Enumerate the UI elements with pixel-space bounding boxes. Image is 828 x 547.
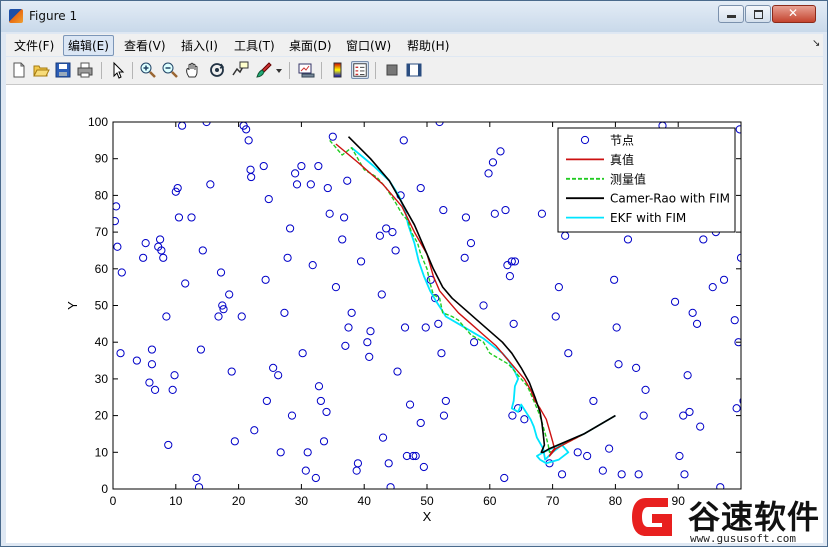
plot-svg[interactable]: 0 10 20 30 40 50 60 70 80 90010203040506070809010… bbox=[6, 85, 823, 543]
menu-edit[interactable]: 编辑(E) bbox=[63, 35, 114, 56]
node-marker bbox=[743, 342, 750, 349]
node-marker bbox=[740, 461, 741, 465]
menu-file[interactable]: 文件(F) bbox=[14, 37, 54, 54]
x-tick-label: 50 bbox=[420, 494, 434, 508]
colorbar-icon[interactable] bbox=[329, 61, 347, 79]
legend-label: 真值 bbox=[610, 152, 634, 167]
y-tick-label: 100 bbox=[88, 115, 108, 129]
y-tick-label: 50 bbox=[95, 299, 109, 313]
y-tick-label: 40 bbox=[95, 335, 109, 349]
watermark-url: www.gususoft.com bbox=[690, 532, 796, 545]
figure-window: Figure 1 文件(F) 编辑(E) 查看(V) 插入(I) 工具(T) 桌… bbox=[0, 0, 828, 547]
title-bar[interactable]: Figure 1 bbox=[1, 1, 827, 32]
open-file-icon[interactable] bbox=[32, 61, 50, 79]
x-tick-label: 30 bbox=[295, 494, 309, 508]
y-tick-label: 90 bbox=[95, 152, 109, 166]
toolbar-separator bbox=[132, 62, 133, 79]
legend-label: EKF with FIM bbox=[610, 211, 686, 225]
legend-label: Camer-Rao with FIM bbox=[610, 192, 730, 206]
menu-view[interactable]: 查看(V) bbox=[124, 37, 166, 54]
hide-plot-tools-icon[interactable] bbox=[383, 61, 401, 79]
menu-window[interactable]: 窗口(W) bbox=[346, 37, 391, 54]
data-cursor-icon[interactable] bbox=[231, 61, 249, 79]
show-plot-tools-icon[interactable] bbox=[405, 61, 423, 79]
y-axis-label: Y bbox=[65, 301, 80, 310]
toolbar-separator bbox=[101, 62, 102, 79]
gusu-logo-icon bbox=[632, 498, 672, 536]
x-axis-label: X bbox=[423, 509, 432, 524]
pan-icon[interactable] bbox=[184, 61, 202, 79]
x-tick-label: 60 bbox=[483, 494, 497, 508]
menu-help[interactable]: 帮助(H) bbox=[407, 37, 449, 54]
rotate-3d-icon[interactable] bbox=[208, 61, 226, 79]
legend-label: 节点 bbox=[610, 134, 634, 148]
close-button[interactable] bbox=[772, 5, 816, 23]
menu-insert[interactable]: 插入(I) bbox=[181, 37, 218, 54]
toolbar-separator bbox=[375, 62, 376, 79]
zoom-in-icon[interactable] bbox=[139, 61, 157, 79]
legend-label: 测量值 bbox=[610, 171, 646, 186]
y-tick-label: 30 bbox=[95, 372, 109, 386]
link-plot-icon[interactable] bbox=[297, 61, 315, 79]
menu-bar: 文件(F) 编辑(E) 查看(V) 插入(I) 工具(T) 桌面(D) 窗口(W… bbox=[6, 34, 823, 56]
toolbar-separator bbox=[321, 62, 322, 79]
x-tick-label: 70 bbox=[546, 494, 560, 508]
figure-toolbar bbox=[6, 57, 823, 85]
y-tick-label: 70 bbox=[95, 225, 109, 239]
minimize-button[interactable] bbox=[718, 5, 744, 23]
brush-dropdown-icon[interactable] bbox=[274, 61, 284, 79]
y-tick-label: 20 bbox=[95, 409, 109, 423]
figure-canvas[interactable]: 0 10 20 30 40 50 60 70 80 90 0 10 20 30 40 50 60 70 80 90 10… bbox=[6, 85, 823, 543]
print-icon[interactable] bbox=[76, 61, 94, 79]
y-tick-label: 80 bbox=[95, 188, 109, 202]
window-title: Figure 1 bbox=[29, 9, 78, 23]
y-tick-label: 10 bbox=[95, 445, 109, 459]
menu-desktop[interactable]: 桌面(D) bbox=[289, 37, 332, 54]
x-tick-label: 20 bbox=[232, 494, 246, 508]
y-tick-label: 0 bbox=[101, 482, 108, 496]
pointer-icon[interactable] bbox=[109, 61, 127, 79]
new-figure-icon[interactable] bbox=[10, 61, 28, 79]
x-tick-label: 0 bbox=[110, 494, 117, 508]
brush-icon[interactable] bbox=[255, 61, 273, 79]
x-tick-label: 10 bbox=[169, 494, 183, 508]
save-icon[interactable] bbox=[54, 61, 72, 79]
toolbar-separator bbox=[289, 62, 290, 79]
maximize-button[interactable] bbox=[745, 5, 771, 23]
x-tick-label: 80 bbox=[609, 494, 623, 508]
x-tick-label: 40 bbox=[358, 494, 372, 508]
watermark: 谷速软件 www.gususoft.com bbox=[624, 488, 828, 547]
zoom-out-icon[interactable] bbox=[161, 61, 179, 79]
menu-dock-arrow-icon[interactable]: ↘ bbox=[812, 38, 820, 49]
matlab-logo-icon bbox=[9, 9, 23, 23]
y-tick-label: 60 bbox=[95, 262, 109, 276]
legend-icon[interactable] bbox=[351, 61, 369, 79]
menu-tools[interactable]: 工具(T) bbox=[234, 37, 275, 54]
